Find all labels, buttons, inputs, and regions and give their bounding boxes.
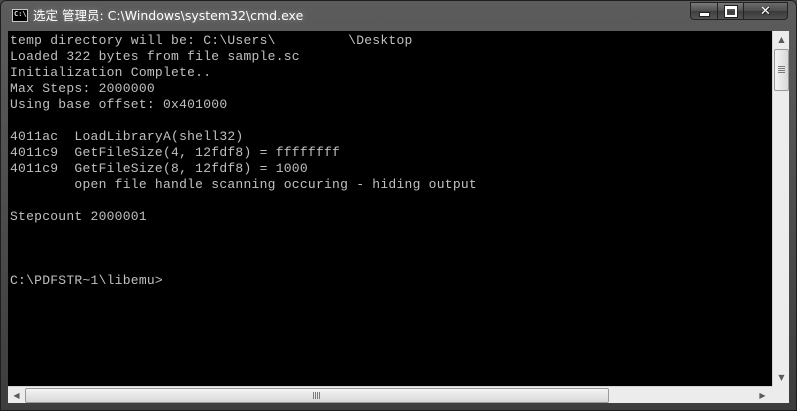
scrollbar-corner (772, 386, 789, 403)
console-line: Using base offset: 0x401000 (10, 97, 228, 112)
title-bar[interactable]: 选定 管理员: C:\Windows\system32\cmd.exe ✕ (1, 1, 796, 31)
minimize-icon (698, 11, 710, 17)
console-line: Initialization Complete.. (10, 65, 212, 80)
vertical-scrollbar[interactable]: ▲ ▼ (772, 31, 789, 386)
maximize-button[interactable] (717, 2, 743, 20)
command-prompt: C:\PDFSTR~1\libemu> (10, 273, 163, 288)
console-line: 4011c9 GetFileSize(4, 12fdf8) = ffffffff (10, 145, 341, 160)
console-line: 4011ac LoadLibraryA(shell32) (10, 129, 244, 144)
maximize-icon (723, 4, 738, 18)
horizontal-scroll-thumb[interactable] (25, 388, 609, 403)
minimize-button[interactable] (690, 2, 717, 20)
window-title: 选定 管理员: C:\Windows\system32\cmd.exe (33, 8, 304, 23)
caption-buttons: ✕ (690, 2, 788, 21)
console-line: Max Steps: 2000000 (10, 81, 155, 96)
console-line: temp directory will be: C:\Users\ \Deskt… (10, 33, 413, 48)
arrow-down-icon[interactable]: ▼ (773, 369, 790, 386)
grip-icon (313, 392, 320, 399)
vertical-scroll-thumb[interactable] (774, 49, 789, 91)
console-output[interactable]: temp directory will be: C:\Users\ \Deskt… (8, 31, 772, 386)
close-icon: ✕ (760, 3, 771, 19)
close-button[interactable]: ✕ (743, 2, 788, 20)
cmd-window: 选定 管理员: C:\Windows\system32\cmd.exe ✕ te… (0, 0, 797, 411)
cmd-icon[interactable] (12, 9, 28, 22)
grip-icon (778, 66, 785, 73)
console-line: 4011c9 GetFileSize(8, 12fdf8) = 1000 (10, 161, 308, 176)
console-line: open file handle scanning occuring - hid… (10, 177, 477, 192)
arrow-left-icon[interactable]: ◀ (8, 387, 25, 404)
console-line: Stepcount 2000001 (10, 209, 147, 224)
console-line: Loaded 322 bytes from file sample.sc (10, 49, 300, 64)
console-frame: temp directory will be: C:\Users\ \Deskt… (8, 31, 789, 403)
arrow-up-icon[interactable]: ▲ (773, 31, 790, 48)
horizontal-scrollbar[interactable]: ◀ ▶ (8, 386, 772, 403)
arrow-right-icon[interactable]: ▶ (754, 387, 771, 404)
